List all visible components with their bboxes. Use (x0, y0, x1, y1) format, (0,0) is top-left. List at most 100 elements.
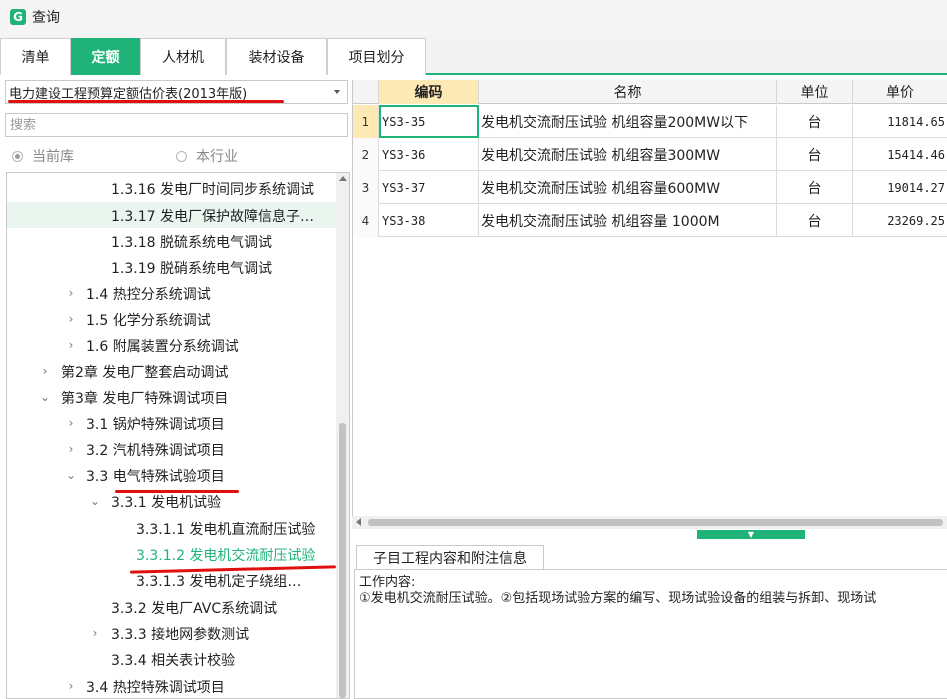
chevron-right-icon[interactable]: › (65, 436, 77, 462)
cell-price[interactable]: 15414.46 (853, 138, 947, 171)
chapter-tree: 1.3.16 发电厂时间同步系统调试 1.3.17 发电厂保护故障信息子… 1.… (6, 172, 350, 699)
tree-item-label: 1.3.16 发电厂时间同步系统调试 (111, 182, 314, 198)
tree-item[interactable]: 3.3.4 相关表计校验 (7, 646, 337, 672)
cell-name[interactable]: 发电机交流耐压试验 机组容量600MW (479, 171, 777, 204)
tree-item-label: 3.1 锅炉特殊调试项目 (86, 417, 225, 433)
cell-price[interactable]: 23269.25 (853, 204, 947, 237)
column-header-unit[interactable]: 单位 (777, 80, 853, 104)
scroll-left-icon[interactable] (356, 518, 361, 526)
tree-item[interactable]: 1.3.17 发电厂保护故障信息子… (7, 202, 337, 228)
red-pen-mark (8, 100, 284, 103)
tree-item-label: 3.3.4 相关表计校验 (111, 653, 236, 669)
tree-item[interactable]: › 3.4 热控特殊调试项目 (7, 673, 337, 698)
tree-item-label: 3.4 热控特殊调试项目 (86, 680, 225, 696)
tab-quota[interactable]: 定额 (71, 38, 140, 75)
tree-item[interactable]: › 1.6 附属装置分系统调试 (7, 332, 337, 358)
column-header-index (353, 80, 379, 104)
chevron-right-icon[interactable]: › (65, 332, 77, 358)
tab-strip: 清单 定额 人材机 装材设备 项目划分 (0, 34, 947, 75)
column-header-name[interactable]: 名称 (479, 80, 777, 104)
table-horizontal-scrollbar[interactable] (352, 516, 947, 529)
tab-work-content[interactable]: 子目工程内容和附注信息 (356, 545, 544, 570)
cell-unit[interactable]: 台 (777, 171, 853, 204)
tree-item[interactable]: › 3.2 汽机特殊调试项目 (7, 436, 337, 462)
work-content-text: ①发电机交流耐压试验。②包括现场试验方案的编写、现场试验设备的组装与拆卸、现场试 (359, 591, 877, 606)
tab-labor-material[interactable]: 人材机 (140, 38, 226, 75)
work-content-heading: 工作内容: (359, 575, 416, 590)
work-content-panel: 工作内容: ①发电机交流耐压试验。②包括现场试验方案的编写、现场试验设备的组装与… (354, 569, 947, 699)
tree-item-label: 3.3 电气特殊试验项目 (86, 469, 225, 485)
tab-bill[interactable]: 清单 (0, 38, 71, 75)
tree-item-selected[interactable]: 3.3.1.2 发电机交流耐压试验 (7, 541, 337, 567)
tree-item-label: 第2章 发电厂整套启动调试 (61, 365, 229, 381)
cell-code[interactable]: YS3-36 (379, 138, 479, 171)
chevron-down-icon[interactable]: ⌄ (39, 384, 51, 410)
cell-unit[interactable]: 台 (777, 204, 853, 237)
cell-price[interactable]: 19014.27 (853, 171, 947, 204)
chevron-right-icon[interactable]: › (89, 620, 101, 646)
app-logo-icon: G (10, 9, 26, 25)
tree-item-label: 3.3.1 发电机试验 (111, 495, 222, 511)
tree-item[interactable]: ⌄ 第3章 发电厂特殊调试项目 (7, 384, 337, 410)
column-header-code[interactable]: 编码 (379, 80, 479, 104)
chevron-right-icon[interactable]: › (65, 306, 77, 332)
tree-item[interactable]: 3.3.2 发电厂AVC系统调试 (7, 594, 337, 620)
cell-name[interactable]: 发电机交流耐压试验 机组容量300MW (479, 138, 777, 171)
tree-item[interactable]: › 第2章 发电厂整套启动调试 (7, 358, 337, 384)
chevron-down-icon[interactable]: ⌄ (89, 488, 101, 514)
tree-item-label: 1.4 热控分系统调试 (86, 287, 211, 303)
chevron-right-icon[interactable]: › (65, 673, 77, 698)
radio-current-library[interactable]: 当前库 (12, 146, 74, 166)
red-pen-mark (115, 490, 239, 493)
tree-item-label: 1.3.18 脱硫系统电气调试 (111, 235, 272, 251)
tree-scrollbar[interactable] (336, 173, 349, 698)
table-row[interactable]: 2 YS3-36 发电机交流耐压试验 机组容量300MW 台 15414.46 (353, 138, 947, 171)
tree-item[interactable]: ⌄ 3.3 电气特殊试验项目 (7, 462, 337, 488)
scrollbar-thumb[interactable] (368, 519, 943, 526)
tree-item[interactable]: › 1.4 热控分系统调试 (7, 280, 337, 306)
scroll-up-icon[interactable] (339, 176, 347, 181)
panel-splitter[interactable]: ▼ (697, 530, 805, 539)
quota-table: 编码 名称 单位 单价 1 YS3-35 发电机交流耐压试验 机组容量200MW… (352, 80, 947, 525)
tree-item[interactable]: 1.3.18 脱硫系统电气调试 (7, 228, 337, 254)
radio-industry[interactable]: 本行业 (176, 146, 238, 166)
radio-dot-icon (12, 150, 23, 162)
library-select-value: 电力建设工程预算定额估价表(2013年版) (9, 86, 248, 102)
chevron-right-icon[interactable]: › (39, 358, 51, 384)
title-bar: G 查询 (0, 0, 947, 34)
tree-item[interactable]: 1.3.19 脱硝系统电气调试 (7, 254, 337, 280)
chevron-right-icon[interactable]: › (65, 410, 77, 436)
scrollbar-thumb[interactable] (339, 423, 346, 698)
cell-name[interactable]: 发电机交流耐压试验 机组容量 1000M (479, 204, 777, 237)
tab-project-division[interactable]: 项目划分 (327, 38, 426, 75)
chevron-right-icon[interactable]: › (65, 280, 77, 306)
cell-code[interactable]: YS3-35 (379, 105, 479, 138)
tree-item-label: 第3章 发电厂特殊调试项目 (61, 391, 229, 407)
radio-dot-icon (176, 150, 187, 162)
table-row[interactable]: 1 YS3-35 发电机交流耐压试验 机组容量200MW以下 台 11814.6… (353, 105, 947, 138)
tree-item[interactable]: › 3.3.3 接地网参数测试 (7, 620, 337, 646)
cell-price[interactable]: 11814.65 (853, 105, 947, 138)
cell-code[interactable]: YS3-38 (379, 204, 479, 237)
chevron-down-icon[interactable]: ⌄ (65, 462, 77, 488)
search-input[interactable] (5, 113, 348, 137)
tree-item[interactable]: › 1.5 化学分系统调试 (7, 306, 337, 332)
row-number: 3 (353, 171, 379, 204)
tree-item[interactable]: 1.3.16 发电厂时间同步系统调试 (7, 175, 337, 201)
tree-item[interactable]: 3.3.1.1 发电机直流耐压试验 (7, 515, 337, 541)
tree-item-label: 3.3.1.2 发电机交流耐压试验 (136, 548, 316, 564)
table-row[interactable]: 3 YS3-37 发电机交流耐压试验 机组容量600MW 台 19014.27 (353, 171, 947, 204)
tree-item-label: 1.3.17 发电厂保护故障信息子… (111, 209, 314, 225)
column-header-price[interactable]: 单价 (853, 80, 947, 104)
cell-name[interactable]: 发电机交流耐压试验 机组容量200MW以下 (479, 105, 777, 138)
cell-unit[interactable]: 台 (777, 138, 853, 171)
chevron-down-icon[interactable] (334, 90, 340, 94)
tab-equipment[interactable]: 装材设备 (226, 38, 327, 75)
tree-item-label: 3.3.2 发电厂AVC系统调试 (111, 601, 278, 617)
cell-unit[interactable]: 台 (777, 105, 853, 138)
table-row[interactable]: 4 YS3-38 发电机交流耐压试验 机组容量 1000M 台 23269.25 (353, 204, 947, 237)
cell-code[interactable]: YS3-37 (379, 171, 479, 204)
row-number: 2 (353, 138, 379, 171)
row-number: 1 (353, 105, 379, 138)
tree-item[interactable]: › 3.1 锅炉特殊调试项目 (7, 410, 337, 436)
